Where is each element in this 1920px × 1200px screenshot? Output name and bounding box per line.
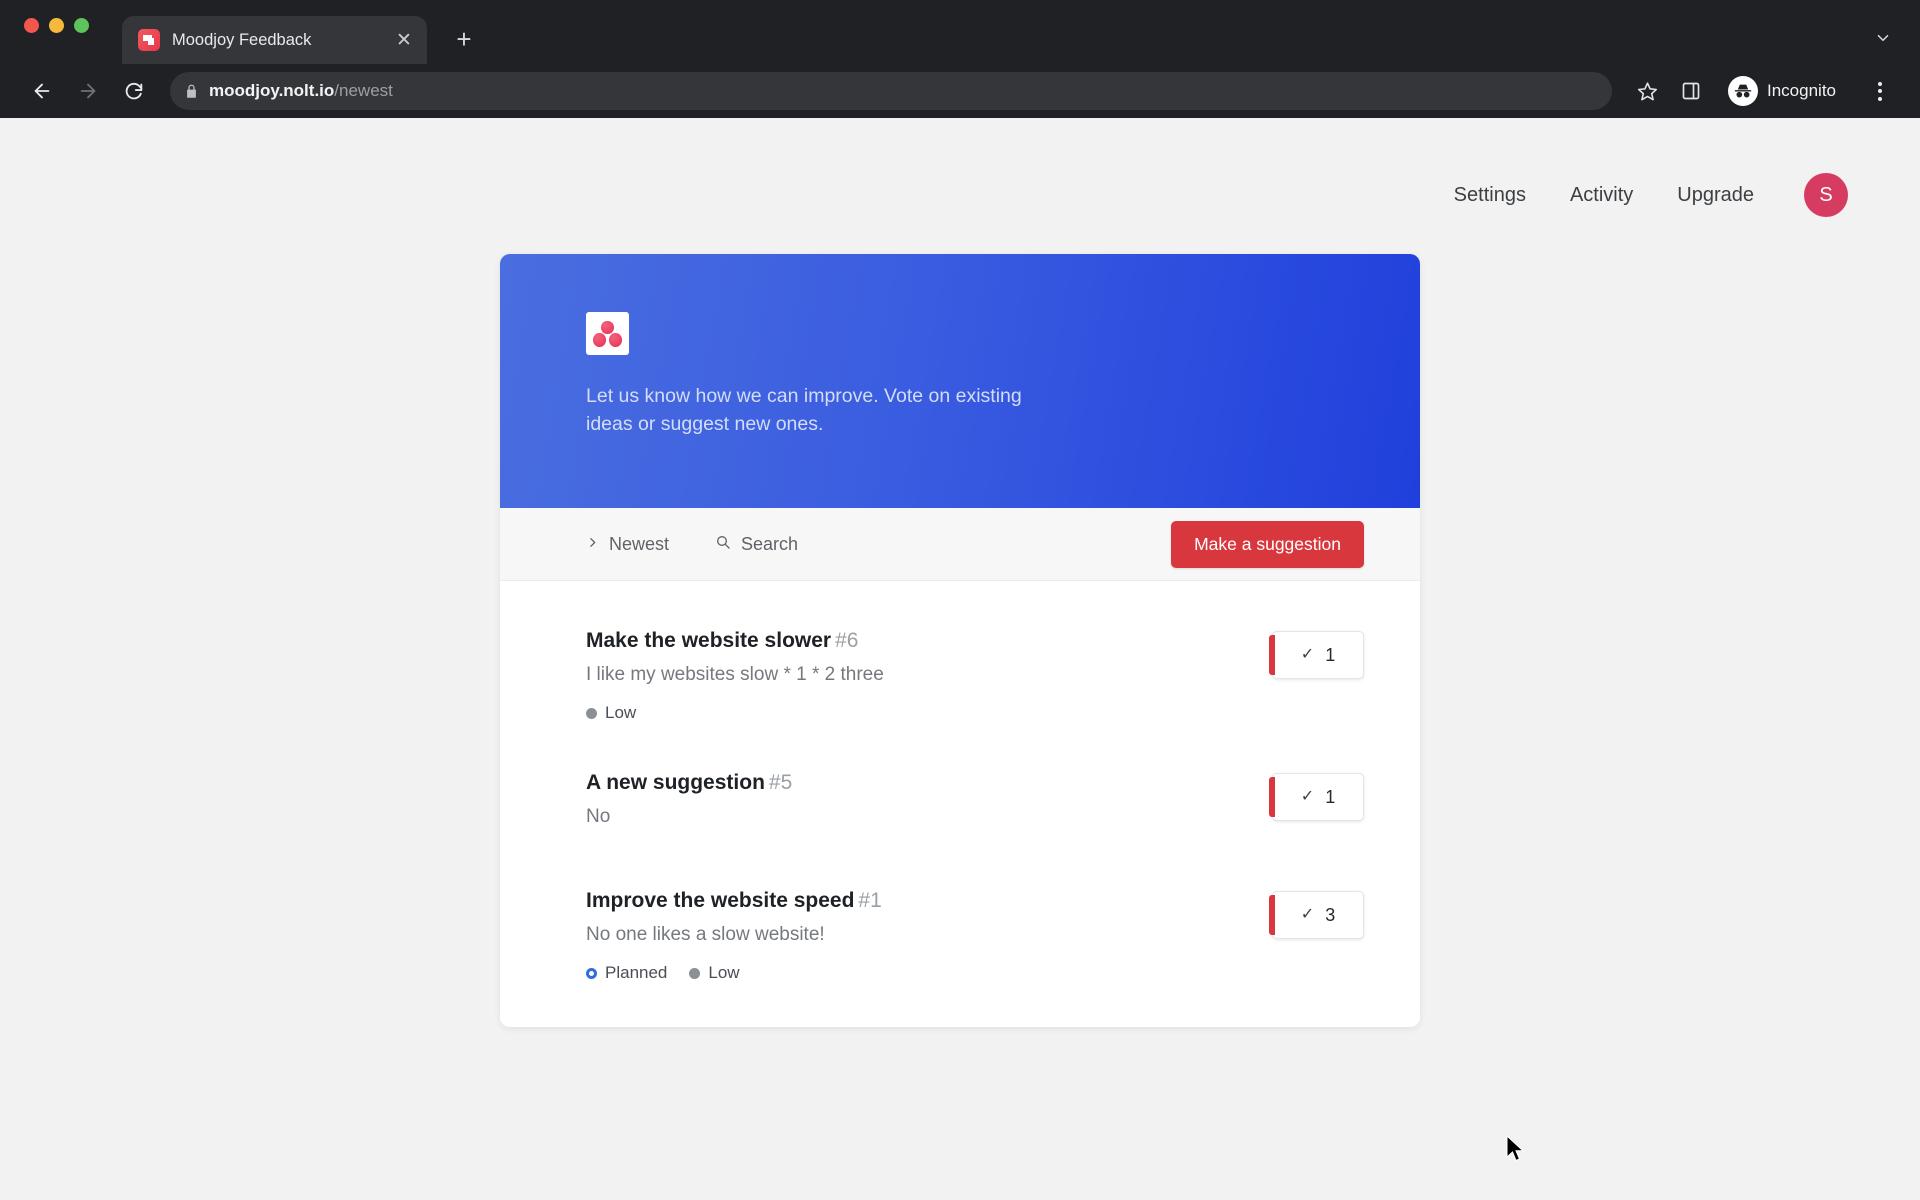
close-tab-icon[interactable]: ✕ xyxy=(393,29,415,51)
vote-button[interactable]: ✓ 3 xyxy=(1269,891,1364,939)
mouse-cursor xyxy=(1506,1134,1528,1170)
site-top-nav: Settings Activity Upgrade S xyxy=(0,118,1920,228)
tab-title: Moodjoy Feedback xyxy=(172,30,312,49)
board-toolbar: Newest Search Make a suggestion xyxy=(500,508,1420,581)
check-icon: ✓ xyxy=(1300,788,1315,805)
board-description: Let us know how we can improve. Vote on … xyxy=(586,385,1022,435)
minimize-window-button[interactable] xyxy=(49,18,64,33)
item-title-text: A new suggestion xyxy=(586,771,765,794)
reload-button[interactable] xyxy=(114,71,154,111)
item-content: Improve the website speed #1 No one likes… xyxy=(586,889,1272,983)
address-bar[interactable]: moodjoy.nolt.io/newest xyxy=(170,72,1612,110)
close-window-button[interactable] xyxy=(24,18,39,33)
list-item[interactable]: Improve the website speed #1 No one likes… xyxy=(586,841,1364,983)
item-title-text: Make the website slower xyxy=(586,629,832,652)
url-path: /newest xyxy=(334,81,393,100)
page-body: Settings Activity Upgrade S Let us know … xyxy=(0,118,1920,1200)
vote-button[interactable]: ✓ 1 xyxy=(1269,631,1364,679)
url-domain: moodjoy.nolt.io xyxy=(209,81,335,100)
side-panel-icon[interactable] xyxy=(1672,72,1710,110)
new-tab-button[interactable]: + xyxy=(449,24,479,54)
board-header: Let us know how we can improve. Vote on … xyxy=(500,254,1420,508)
item-title-text: Improve the website speed xyxy=(586,889,855,912)
incognito-label: Incognito xyxy=(1767,81,1836,100)
item-title: Improve the website speed #1 xyxy=(586,889,1272,913)
item-content: Make the website slower #6 I like my webs… xyxy=(586,629,1272,723)
kebab-menu-icon[interactable] xyxy=(1862,72,1898,110)
low-priority-dot-icon xyxy=(586,707,597,719)
maximize-window-button[interactable] xyxy=(74,18,89,33)
omnibox-row: moodjoy.nolt.io/newest Incognito xyxy=(0,64,1920,118)
status-badge[interactable]: Planned xyxy=(586,963,667,983)
lock-icon xyxy=(184,84,199,99)
sort-newest-button[interactable]: Newest xyxy=(586,534,669,555)
moodjoy-favicon xyxy=(138,29,160,51)
suggestion-list: Make the website slower #6 I like my webs… xyxy=(500,581,1420,1027)
item-title: A new suggestion #5 xyxy=(586,771,1272,795)
forward-button[interactable] xyxy=(68,71,108,111)
vote-count: 1 xyxy=(1325,787,1336,807)
item-description: No one likes a slow website! xyxy=(586,924,825,945)
search-icon xyxy=(715,534,731,555)
vote-count: 1 xyxy=(1325,645,1336,665)
window-traffic-lights xyxy=(24,18,89,33)
url-text: moodjoy.nolt.io/newest xyxy=(209,81,393,101)
sort-label: Newest xyxy=(609,533,670,554)
browser-chrome: Moodjoy Feedback ✕ + moodjoy.nolt.io/new… xyxy=(0,0,1920,118)
item-description: No xyxy=(586,806,611,827)
item-number: #1 xyxy=(858,889,882,912)
item-description: I like my websites slow * 1 * 2 three xyxy=(586,664,884,685)
status-badge-label: Low xyxy=(605,703,637,722)
item-number: #5 xyxy=(768,771,793,794)
item-title: Make the website slower #6 xyxy=(586,629,1272,653)
browser-tab[interactable]: Moodjoy Feedback ✕ xyxy=(122,16,427,64)
status-badge-label: Planned xyxy=(605,963,668,982)
item-content: A new suggestion #5 No xyxy=(586,771,1272,828)
check-icon: ✓ xyxy=(1300,906,1315,923)
list-item[interactable]: Make the website slower #6 I like my webs… xyxy=(586,581,1364,723)
incognito-profile-button[interactable]: Incognito xyxy=(1722,72,1852,110)
tab-strip: Moodjoy Feedback ✕ + xyxy=(0,0,1920,64)
feedback-board: Let us know how we can improve. Vote on … xyxy=(500,254,1420,1027)
make-a-suggestion-button[interactable]: Make a suggestion xyxy=(1171,520,1364,568)
planned-status-dot-icon xyxy=(586,967,597,979)
chevron-right-icon xyxy=(586,536,599,552)
item-tags: Planned Low xyxy=(586,963,1272,983)
list-item[interactable]: A new suggestion #5 No ✓ 1 xyxy=(586,723,1364,841)
search-button[interactable]: Search xyxy=(715,534,798,555)
star-icon[interactable] xyxy=(1628,72,1666,110)
back-button[interactable] xyxy=(22,71,62,111)
vote-count: 3 xyxy=(1325,905,1336,925)
check-icon: ✓ xyxy=(1300,646,1315,663)
avatar[interactable]: S xyxy=(1804,173,1848,217)
moodjoy-logo xyxy=(586,312,629,355)
status-badge[interactable]: Low xyxy=(689,963,740,983)
item-tags: Low xyxy=(586,703,1272,723)
status-badge[interactable]: Low xyxy=(586,703,636,723)
tab-list-chevron-icon[interactable] xyxy=(1874,29,1892,52)
nav-upgrade[interactable]: Upgrade xyxy=(1677,184,1754,207)
low-priority-dot-icon xyxy=(689,967,701,979)
item-number: #6 xyxy=(835,629,859,652)
vote-button[interactable]: ✓ 1 xyxy=(1269,773,1364,821)
incognito-icon xyxy=(1728,76,1758,106)
search-label: Search xyxy=(741,533,799,554)
nav-activity[interactable]: Activity xyxy=(1570,184,1633,207)
nav-settings[interactable]: Settings xyxy=(1454,184,1526,207)
status-badge-label: Low xyxy=(708,963,740,982)
